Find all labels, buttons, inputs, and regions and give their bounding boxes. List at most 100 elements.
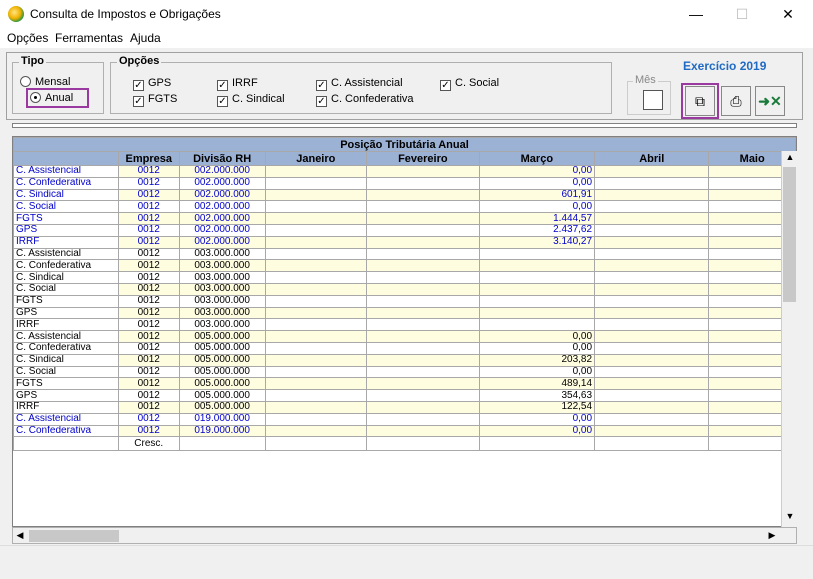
table-cell (366, 306, 480, 320)
column-header[interactable]: Empresa (117, 151, 180, 166)
table-cell: 354,63 (478, 389, 596, 402)
column-header[interactable]: Janeiro (264, 151, 368, 166)
table-cell (366, 165, 480, 178)
table-cell (478, 294, 596, 308)
table-cell: 0,00 (478, 165, 596, 178)
table-row[interactable]: C. Social 0012 003.000.000 (13, 282, 796, 296)
scroll-right-icon[interactable]: ▶ (765, 530, 779, 541)
table-row[interactable]: GPS 0012 005.000.000 354,63 (13, 389, 796, 402)
table-cell: GPS (13, 389, 119, 402)
table-cell (366, 377, 480, 391)
minimize-button[interactable]: — (673, 0, 719, 28)
scroll-up-icon[interactable]: ▲ (783, 152, 797, 162)
check-social[interactable]: ✓ C. Social (440, 77, 499, 91)
table-cell: 0012 (117, 330, 180, 343)
column-header[interactable]: Março (478, 151, 596, 166)
column-header[interactable]: Fevereiro (366, 151, 480, 166)
menu-ajuda[interactable]: Ajuda (130, 31, 161, 45)
table-row[interactable]: C. Assistencial 0012 019.000.000 0,00 (13, 412, 796, 426)
export-excel-button[interactable]: ➜✕ (755, 86, 785, 116)
table-cell: C. Assistencial (13, 412, 119, 426)
horizontal-scroll-thumb[interactable] (29, 530, 119, 542)
table-cell (478, 247, 596, 261)
table-row[interactable]: FGTS 0012 002.000.000 1.444,57 (13, 212, 796, 225)
table-cell: 0012 (117, 223, 180, 237)
table-cell (366, 282, 480, 296)
column-header[interactable]: Divisão RH (178, 151, 266, 166)
table-cell (594, 306, 710, 320)
table-row[interactable]: C. Sindical 0012 003.000.000 (13, 271, 796, 284)
table-cell: 489,14 (478, 377, 596, 391)
table-row[interactable]: C. Sindical 0012 002.000.000 601,91 (13, 188, 796, 202)
table-row[interactable]: C. Assistencial 0012 003.000.000 (13, 247, 796, 261)
table-row[interactable]: IRRF 0012 005.000.000 122,54 (13, 400, 796, 414)
close-button[interactable]: ✕ (765, 0, 811, 28)
table-cell (594, 165, 710, 178)
table-cell: 005.000.000 (178, 377, 266, 391)
menu-opcoes[interactable]: Opções (7, 31, 48, 45)
vertical-scroll-thumb[interactable] (783, 167, 796, 302)
table-cell: 0,00 (478, 341, 596, 355)
table-row[interactable]: GPS 0012 002.000.000 2.437,62 (13, 223, 796, 237)
check-gps[interactable]: ✓ GPS (133, 77, 171, 91)
opcoes-title: Opções (117, 55, 162, 67)
check-icon: ✓ (316, 80, 327, 91)
table-cell: 0012 (117, 365, 180, 379)
table-cell (478, 306, 596, 320)
table-cell: 002.000.000 (178, 235, 266, 249)
table-cell (594, 223, 710, 237)
table-row[interactable]: C. Confederativa 0012 019.000.000 0,00 (13, 424, 796, 438)
radio-mensal[interactable]: Mensal (20, 76, 70, 88)
table-row[interactable]: C. Confederativa 0012 005.000.000 0,00 (13, 341, 796, 355)
table-row[interactable]: FGTS 0012 003.000.000 (13, 294, 796, 308)
table-cell: GPS (13, 223, 119, 237)
table-cell: 003.000.000 (178, 282, 266, 296)
vertical-scrollbar[interactable]: ▲ ▼ (781, 151, 797, 527)
check-confederativa-label: C. Confederativa (331, 93, 414, 105)
table-row[interactable]: C. Assistencial 0012 002.000.000 0,00 (13, 165, 796, 178)
print-button[interactable]: ⎙ (721, 86, 751, 116)
scroll-left-icon[interactable]: ◀ (13, 530, 27, 541)
check-fgts[interactable]: ✓ FGTS (133, 93, 177, 107)
table-row[interactable]: C. Confederativa 0012 003.000.000 (13, 259, 796, 273)
table-row[interactable]: GPS 0012 003.000.000 (13, 306, 796, 320)
column-header[interactable] (13, 151, 119, 166)
grid-caption: Posição Tributária Anual (13, 137, 796, 152)
table-cell (264, 271, 368, 284)
copy-button[interactable]: ⧉ (685, 86, 715, 116)
table-row[interactable]: C. Assistencial 0012 005.000.000 0,00 (13, 330, 796, 343)
check-confederativa[interactable]: ✓ C. Confederativa (316, 93, 414, 107)
table-row[interactable]: IRRF 0012 002.000.000 3.140,27 (13, 235, 796, 249)
table-cell: 203,82 (478, 353, 596, 367)
table-row[interactable]: C. Confederativa 0012 002.000.000 0,00 (13, 176, 796, 190)
menu-ferramentas[interactable]: Ferramentas (55, 31, 123, 45)
table-cell (594, 188, 710, 202)
table-cell (594, 282, 710, 296)
table-cell: 003.000.000 (178, 318, 266, 332)
table-row[interactable]: C. Sindical 0012 005.000.000 203,82 (13, 353, 796, 367)
table-row[interactable]: FGTS 0012 005.000.000 489,14 (13, 377, 796, 391)
app-icon (8, 6, 24, 22)
table-cell: 0012 (117, 318, 180, 332)
table-cell: 003.000.000 (178, 259, 266, 273)
table-cell: 0012 (117, 200, 180, 214)
column-header[interactable]: Abril (594, 151, 710, 166)
maximize-button[interactable]: ☐ (719, 0, 765, 28)
check-assistencial-label: C. Assistencial (331, 77, 403, 89)
check-assistencial[interactable]: ✓ C. Assistencial (316, 77, 403, 91)
table-row[interactable]: C. Social 0012 005.000.000 0,00 (13, 365, 796, 379)
table-cell: 005.000.000 (178, 400, 266, 414)
table-cell: 0012 (117, 377, 180, 391)
table-row[interactable]: C. Social 0012 002.000.000 0,00 (13, 200, 796, 214)
check-sindical[interactable]: ✓ C. Sindical (217, 93, 285, 107)
data-grid[interactable]: Posição Tributária Anual Empresa Divisão … (12, 136, 797, 527)
mes-input[interactable] (643, 90, 663, 110)
horizontal-scrollbar[interactable]: ◀ ▶ (12, 527, 797, 544)
table-row[interactable]: IRRF 0012 003.000.000 (13, 318, 796, 332)
radio-anual[interactable]: Anual (30, 92, 73, 104)
table-cell (264, 400, 368, 414)
check-irrf[interactable]: ✓ IRRF (217, 77, 258, 91)
scroll-down-icon[interactable]: ▼ (783, 511, 797, 521)
table-cell: IRRF (13, 400, 119, 414)
check-sindical-label: C. Sindical (232, 93, 285, 105)
